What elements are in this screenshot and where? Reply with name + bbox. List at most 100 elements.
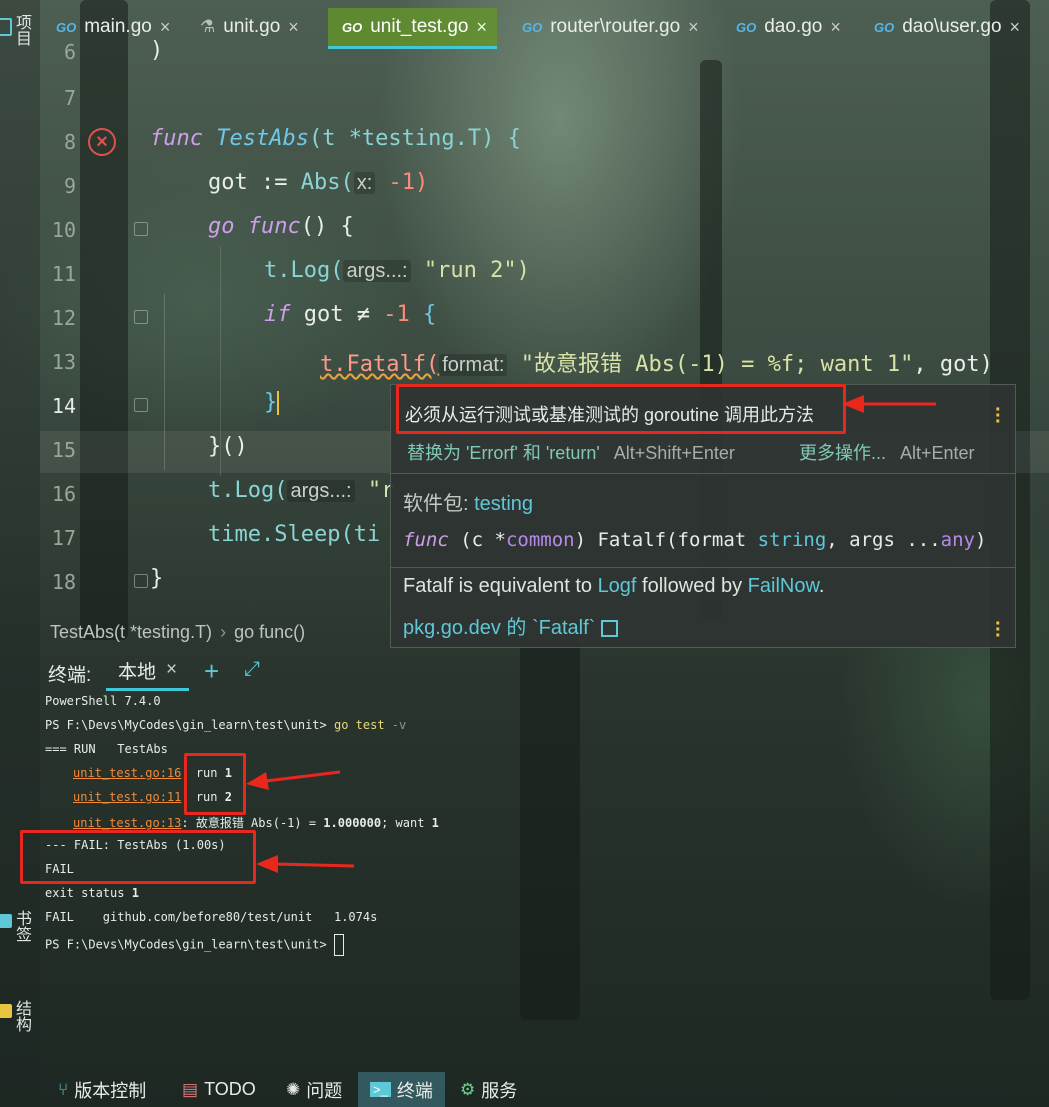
terminal-line: === RUN TestAbs <box>45 742 168 756</box>
package-info: 软件包: testing <box>403 487 533 516</box>
code-line-9: got := Abs(x: -1) <box>208 170 428 195</box>
line-number: 9 <box>63 174 76 198</box>
close-icon[interactable]: × <box>476 17 487 38</box>
code-token: -1) <box>375 170 429 195</box>
more-actions-link[interactable]: 更多操作... Alt+Enter <box>799 439 975 465</box>
external-link-icon <box>601 620 619 638</box>
external-doc-link[interactable]: pkg.go.dev 的 `Fatalf` <box>403 611 619 640</box>
code-line-16: t.Log(args...: "r <box>208 478 394 503</box>
structure-tool-button[interactable]: 结构 <box>0 1000 30 1032</box>
output-text: : 故意报错 Abs(-1) = <box>181 816 324 830</box>
doc-token: . <box>818 575 825 597</box>
project-tool-button[interactable]: 项目 <box>0 14 30 46</box>
close-icon[interactable]: × <box>160 17 171 38</box>
expand-icon[interactable]: ⤢ <box>244 658 260 681</box>
tab-label: unit_test.go <box>370 16 469 37</box>
close-icon[interactable]: × <box>1010 17 1021 38</box>
tab-unit-go[interactable]: ⚗ unit.go × <box>200 8 299 46</box>
version-control-button[interactable]: ⑂ 版本控制 <box>58 1072 146 1107</box>
project-label: 项目 <box>13 14 30 46</box>
go-file-icon: GO <box>736 19 757 35</box>
tab-label: main.go <box>84 16 152 37</box>
code-token: } <box>264 390 278 415</box>
code-token: -1 <box>383 302 410 327</box>
test-tube-icon: ⚗ <box>200 17 216 36</box>
line-number: 6 <box>63 40 76 64</box>
shortcut-label: Alt+Enter <box>900 443 975 463</box>
terminal-line: PS F:\Devs\MyCodes\gin_learn\test\unit> … <box>45 718 406 732</box>
terminal-tab-local[interactable]: 本地 × <box>106 652 190 691</box>
sig-token: func <box>403 529 449 551</box>
services-button[interactable]: ⚙ 服务 <box>460 1072 517 1107</box>
folder-icon <box>0 18 12 36</box>
terminal-title: 终端: <box>48 665 92 686</box>
tab-dao-go[interactable]: GO dao.go × <box>736 8 841 46</box>
todo-icon: ▤ <box>182 1079 199 1099</box>
close-icon[interactable]: × <box>288 17 299 38</box>
tool-window-bar: ⑂ 版本控制 ▤ TODO ✺ 问题 >_ 终端 ⚙ 服务 <box>40 1072 1049 1107</box>
tab-router-go[interactable]: GO router\router.go × <box>522 8 699 46</box>
output-number: 1.000000 <box>323 816 382 830</box>
code-token: (t *testing.T) { <box>308 126 521 151</box>
more-actions-label: 更多操作... <box>799 443 887 463</box>
todo-button[interactable]: ▤ TODO <box>182 1072 256 1107</box>
file-link[interactable]: unit_test.go:13 <box>73 816 181 830</box>
close-icon[interactable]: × <box>688 17 699 38</box>
bookmarks-tool-button[interactable]: 书签 <box>0 910 30 942</box>
indent-guide <box>164 294 165 470</box>
package-link[interactable]: testing <box>474 493 533 515</box>
parameter-hint: args...: <box>343 260 411 282</box>
code-line-6: ) <box>150 38 163 63</box>
tab-dao-user-go[interactable]: GO dao\user.go × <box>874 8 1020 46</box>
tab-unit-test-go[interactable]: GO unit_test.go × <box>328 8 497 49</box>
code-token-error: t.Fatalf( <box>320 352 440 377</box>
code-token: "run 2") <box>410 258 530 283</box>
terminal-line: exit status 1 <box>45 886 139 900</box>
fold-marker[interactable] <box>134 398 148 412</box>
file-link[interactable]: unit_test.go:16 <box>73 766 181 780</box>
more-options-icon[interactable]: · · · <box>995 400 1002 432</box>
shortcut-label: Alt+Shift+Enter <box>613 443 735 463</box>
annotation-arrow <box>842 395 936 413</box>
line-number: 14 <box>51 394 76 418</box>
tree-trunk-decor <box>520 640 580 1020</box>
fold-marker[interactable] <box>134 310 148 324</box>
doc-link[interactable]: FailNow <box>748 575 819 597</box>
line-number: 15 <box>51 438 76 462</box>
fold-marker[interactable] <box>134 222 148 236</box>
sig-token: common <box>505 529 575 551</box>
test-failed-icon[interactable]: × <box>88 128 116 156</box>
new-terminal-icon[interactable]: + <box>204 656 219 687</box>
fold-marker[interactable] <box>134 574 148 588</box>
code-token: Abs( <box>300 170 354 195</box>
terminal-line: PowerShell 7.4.0 <box>45 694 161 708</box>
code-token: { <box>409 302 437 327</box>
line-number: 12 <box>51 306 76 330</box>
code-token: ) <box>150 38 164 63</box>
file-link[interactable]: unit_test.go:11 <box>73 790 181 804</box>
terminal-line: FAIL github.com/before80/test/unit 1.074… <box>45 910 378 924</box>
tab-label: dao\user.go <box>902 16 1002 37</box>
doc-link[interactable]: Logf <box>598 575 637 597</box>
problems-button[interactable]: ✺ 问题 <box>286 1072 342 1107</box>
structure-label: 结构 <box>13 1000 30 1032</box>
close-icon[interactable]: × <box>166 659 177 681</box>
breadcrumb-item[interactable]: TestAbs(t *testing.T) <box>50 622 212 642</box>
sig-token: , args ... <box>826 529 941 551</box>
code-token: if <box>264 302 291 327</box>
code-token: , got) <box>913 352 993 377</box>
more-options-icon[interactable]: · · · <box>995 614 1002 646</box>
chevron-right-icon: › <box>220 622 227 642</box>
quick-fix-action[interactable]: 替换为 'Errorf' 和 'return' Alt+Shift+Enter <box>407 439 735 465</box>
terminal-button[interactable]: >_ 终端 <box>358 1072 445 1107</box>
breadcrumb-item[interactable]: go func() <box>234 622 305 642</box>
code-token: func <box>150 126 203 151</box>
divider <box>391 567 1015 568</box>
close-icon[interactable]: × <box>830 17 841 38</box>
gear-icon: ⚙ <box>460 1079 476 1099</box>
sig-token: ) Fatalf(format <box>574 529 758 551</box>
terminal-cursor <box>333 934 344 956</box>
divider <box>391 473 1015 474</box>
line-number: 7 <box>63 86 76 110</box>
line-number: 11 <box>51 262 76 286</box>
